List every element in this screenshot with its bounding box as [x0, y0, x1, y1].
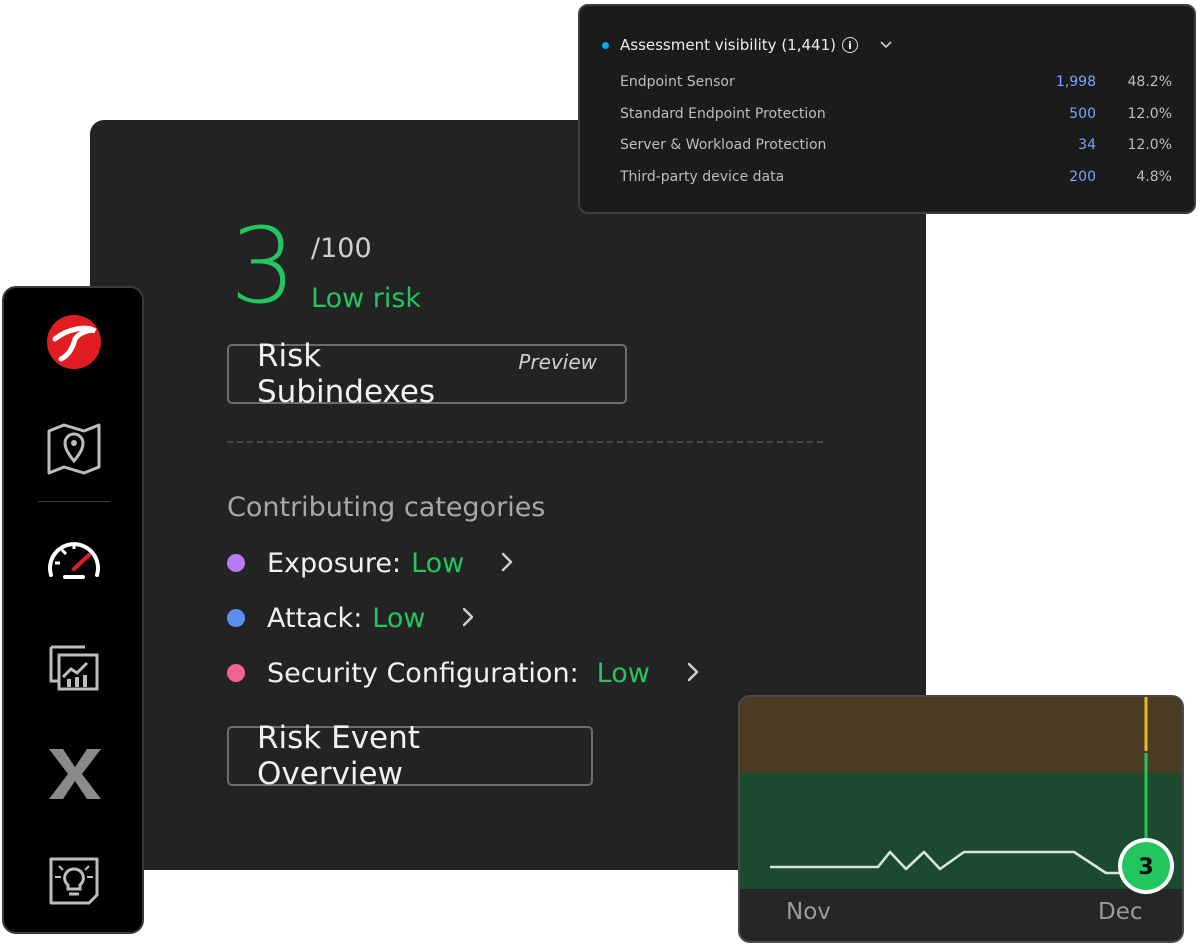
- risk-event-overview-button[interactable]: Risk Event Overview: [227, 720, 593, 792]
- category-exposure[interactable]: Exposure: Low: [227, 545, 514, 581]
- current-score-value: 3: [1138, 855, 1153, 880]
- x-axis-label-dec: Dec: [1098, 899, 1143, 925]
- sidebar-divider: [38, 501, 110, 502]
- x-axis-label-nov: Nov: [786, 899, 831, 925]
- category-security-configuration[interactable]: Security Configuration: Low: [227, 655, 700, 691]
- assessment-row-percent: 12.0%: [1127, 106, 1172, 122]
- contributing-categories-title: Contributing categories: [227, 492, 546, 523]
- map-pin-icon[interactable]: [42, 416, 106, 480]
- category-dot: [227, 554, 245, 572]
- category-value: Low: [596, 657, 650, 689]
- assessment-visibility-title: Assessment visibility (1,441): [620, 36, 836, 54]
- risk-level: Low risk: [311, 283, 422, 314]
- category-label: Security Configuration:: [267, 657, 579, 689]
- high-risk-band: [740, 697, 1182, 773]
- assessment-row: Third-party device data 200 4.8%: [620, 169, 1172, 189]
- assessment-row-count[interactable]: 1,998: [1056, 74, 1096, 90]
- bullet-dot: [602, 41, 609, 49]
- assessment-row: Standard Endpoint Protection 500 12.0%: [620, 106, 1172, 126]
- preview-tag: Preview: [518, 350, 597, 374]
- assessment-row-percent: 4.8%: [1136, 169, 1172, 185]
- chevron-right-icon: [500, 547, 514, 580]
- assessment-row: Endpoint Sensor 1,998 48.2%: [620, 74, 1172, 94]
- assessment-row-count[interactable]: 200: [1069, 169, 1096, 185]
- category-value: Low: [372, 602, 426, 634]
- chevron-down-icon: [880, 38, 892, 52]
- x-icon[interactable]: [42, 742, 106, 806]
- assessment-row: Server & Workload Protection 34 12.0%: [620, 137, 1172, 157]
- chevron-right-icon: [461, 602, 475, 635]
- category-label: Exposure:: [267, 547, 402, 579]
- assessment-row-count[interactable]: 34: [1078, 137, 1096, 153]
- assessment-row-label: Endpoint Sensor: [620, 74, 735, 90]
- risk-subindexes-label: Risk Subindexes: [257, 338, 436, 410]
- assessment-row-label: Third-party device data: [620, 169, 785, 185]
- section-divider: [227, 441, 823, 443]
- low-risk-band: [740, 773, 1182, 889]
- trend-micro-logo-icon[interactable]: [42, 310, 106, 374]
- assessment-row-count[interactable]: 500: [1069, 106, 1096, 122]
- risk-trend-card: 3 Nov Dec: [738, 695, 1184, 943]
- category-attack[interactable]: Attack: Low: [227, 600, 475, 636]
- report-chart-icon[interactable]: [42, 634, 106, 698]
- category-dot: [227, 664, 245, 682]
- assessment-visibility-dropdown[interactable]: Assessment visibility (1,441) i: [602, 36, 892, 54]
- category-value: Low: [411, 547, 465, 579]
- risk-subindexes-button[interactable]: Risk Subindexes Preview: [227, 338, 627, 410]
- assessment-visibility-panel: Assessment visibility (1,441) i Endpoint…: [578, 4, 1196, 214]
- info-icon[interactable]: i: [841, 37, 858, 53]
- lightbulb-doc-icon[interactable]: [42, 848, 106, 912]
- chevron-right-icon: [686, 657, 700, 690]
- speedometer-icon[interactable]: [42, 528, 106, 592]
- risk-score-max: /100: [311, 233, 372, 264]
- assessment-row-label: Standard Endpoint Protection: [620, 106, 826, 122]
- assessment-row-label: Server & Workload Protection: [620, 137, 827, 153]
- risk-score: 3: [230, 205, 297, 327]
- category-dot: [227, 609, 245, 627]
- assessment-row-percent: 12.0%: [1127, 137, 1172, 153]
- category-label: Attack:: [267, 602, 363, 634]
- assessment-row-percent: 48.2%: [1127, 74, 1172, 90]
- sidebar: [2, 286, 144, 934]
